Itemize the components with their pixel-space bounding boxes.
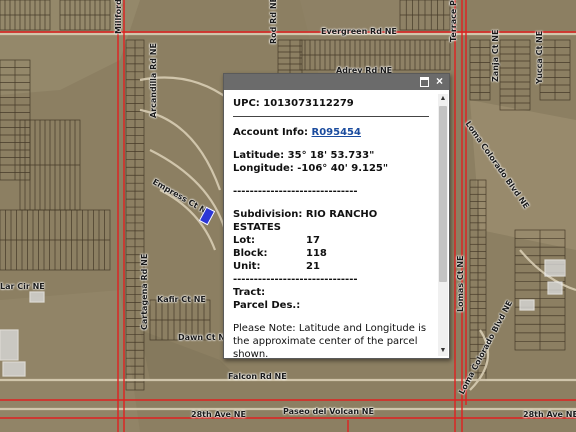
scroll-up-icon[interactable]: ▲	[438, 94, 448, 104]
street-label-cartagena: Cartagena Rd NE	[140, 253, 149, 330]
street-label-millford: Millford	[114, 0, 123, 34]
block-row: Block: 118	[233, 247, 437, 260]
account-link[interactable]: R095454	[312, 127, 361, 138]
subdivision-value: RIO RANCHO	[305, 209, 378, 220]
block-value: 118	[306, 248, 327, 259]
separator-line: ------------------------------	[233, 186, 358, 197]
subdivision-value-line2: ESTATES	[233, 222, 281, 233]
latitude-label: Latitude:	[233, 150, 285, 161]
unit-value: 21	[306, 261, 320, 272]
block-label: Block:	[233, 248, 268, 259]
latitude-row: Latitude: 35° 18' 53.733"	[233, 149, 437, 162]
popup-scrollbar[interactable]: ▲ ▼	[438, 94, 448, 356]
tract-label: Tract:	[233, 287, 266, 298]
account-label: Account Info:	[233, 127, 309, 138]
longitude-label: Longitude:	[233, 163, 294, 174]
lot-label: Lot:	[233, 235, 256, 246]
street-label-arcandilla: Arcandilla Rd NE	[149, 43, 158, 118]
longitude-row: Longitude: -106° 40' 9.125"	[233, 162, 437, 175]
lot-row: Lot: 17	[233, 234, 437, 247]
street-label-evergreen: Evergreen Rd NE	[321, 27, 397, 36]
street-label-lomas: Lomas Ct NE	[456, 255, 465, 312]
close-icon[interactable]: ×	[434, 75, 445, 87]
parcel-info-popup: × UPC: 1013073112279 Account Info: R0954…	[223, 73, 450, 359]
scrollbar-thumb[interactable]	[439, 106, 447, 282]
disclaimer-note: Please Note: Latitude and Longitude is t…	[233, 323, 427, 358]
separator-line: ------------------------------	[233, 274, 358, 285]
street-label-zanja: Zanja Ct NE	[491, 29, 500, 82]
subdivision-label: Subdivision:	[233, 209, 303, 220]
lot-value: 17	[306, 235, 320, 246]
divider	[233, 116, 429, 117]
popup-content: UPC: 1013073112279 Account Info: R095454…	[224, 91, 437, 358]
popup-titlebar: ×	[224, 74, 449, 90]
upc-row: UPC: 1013073112279	[233, 97, 437, 110]
latitude-value: 35° 18' 53.733"	[287, 150, 375, 161]
subdivision-row: Subdivision: RIO RANCHO	[233, 208, 437, 221]
street-label-terrace: Terrace Pl	[449, 0, 458, 42]
street-label-paseo-del-volcan: Paseo del Volcan NE	[283, 407, 374, 416]
street-label-rod: Rod Rd NE	[269, 0, 278, 44]
scroll-down-icon[interactable]: ▼	[438, 346, 448, 356]
unit-row: Unit: 21	[233, 260, 437, 273]
street-label-kafir: Kafir Ct NE	[157, 295, 206, 304]
account-row: Account Info: R095454	[233, 126, 437, 139]
street-label-yucca: Yucca Ct NE	[535, 30, 544, 84]
maximize-icon[interactable]	[419, 76, 430, 87]
longitude-value: -106° 40' 9.125"	[297, 163, 389, 174]
upc-value: 1013073112279	[263, 98, 354, 109]
street-label-lar-cir: Lar Cir NE	[0, 282, 45, 291]
street-label-falcon: Falcon Rd NE	[228, 372, 287, 381]
street-label-28th-ave-east: 28th Ave NE	[523, 410, 576, 419]
street-label-28th-ave-west: 28th Ave NE	[191, 410, 246, 419]
upc-label: UPC:	[233, 98, 260, 109]
unit-label: Unit:	[233, 261, 261, 272]
parcel-des-label: Parcel Des.:	[233, 300, 301, 311]
